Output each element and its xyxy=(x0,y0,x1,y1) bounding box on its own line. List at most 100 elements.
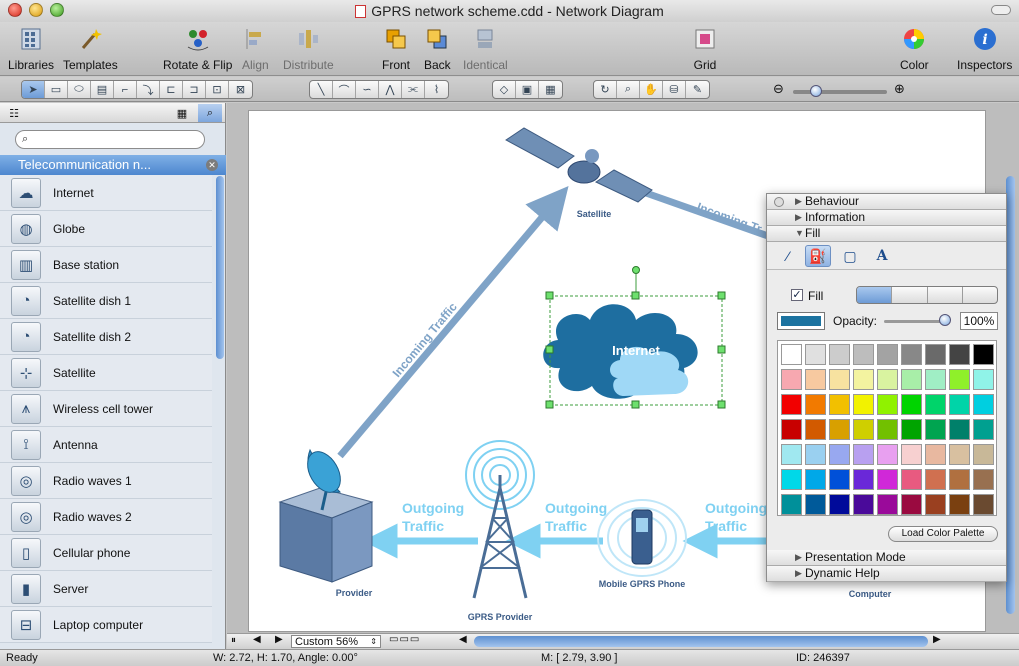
resize-handle[interactable] xyxy=(545,345,554,354)
toolbar-toggle-button[interactable] xyxy=(991,5,1011,15)
color-swatch[interactable] xyxy=(949,344,970,365)
fill-color-well[interactable] xyxy=(777,312,825,330)
libraries-button[interactable]: Libraries xyxy=(8,26,54,72)
color-swatch[interactable] xyxy=(877,344,898,365)
color-swatch[interactable] xyxy=(973,394,994,415)
zoom-select[interactable]: Custom 56% ⇕ xyxy=(291,635,381,648)
mobile-gprs-phone-shape[interactable]: Mobile GPRS Phone xyxy=(597,499,687,589)
color-swatch[interactable] xyxy=(781,369,802,390)
curve-tool-icon[interactable]: ∽ xyxy=(356,81,379,98)
incoming-traffic-arrow-left[interactable] xyxy=(337,185,569,459)
resize-handle[interactable] xyxy=(717,291,726,300)
line-style-tab-icon[interactable]: ⁄ xyxy=(775,245,801,267)
color-swatch[interactable] xyxy=(805,369,826,390)
color-swatch[interactable] xyxy=(781,444,802,465)
color-swatch[interactable] xyxy=(973,494,994,515)
connector-tool-icon[interactable]: ⌐ xyxy=(114,81,137,98)
library-item[interactable]: ⊹ Satellite xyxy=(0,355,212,391)
smart-connector-tool-icon[interactable]: ⤵ xyxy=(137,81,160,98)
color-swatch[interactable] xyxy=(901,419,922,440)
color-swatch[interactable] xyxy=(805,394,826,415)
color-swatch[interactable] xyxy=(853,344,874,365)
color-swatch[interactable] xyxy=(853,394,874,415)
identical-button[interactable]: Identical xyxy=(463,26,508,72)
resize-handle[interactable] xyxy=(717,400,726,409)
text-style-tab-icon[interactable]: A xyxy=(869,245,895,267)
close-library-icon[interactable]: ✕ xyxy=(206,159,218,171)
send-back-button[interactable]: Back xyxy=(424,26,451,72)
group-tool-icon[interactable]: ▦ xyxy=(539,81,562,98)
gprs-provider-tower-shape[interactable]: GPRS Provider xyxy=(465,440,535,622)
color-swatch[interactable] xyxy=(925,419,946,440)
color-swatch[interactable] xyxy=(829,469,850,490)
orthogonal-connector-tool-icon[interactable]: ⊏ xyxy=(160,81,183,98)
close-window-button[interactable] xyxy=(8,3,22,17)
gradient-fill-option[interactable] xyxy=(892,287,928,303)
scroll-right-icon[interactable]: ▶ xyxy=(933,634,941,645)
rotate-flip-button[interactable]: Rotate & Flip xyxy=(163,26,232,72)
color-swatch[interactable] xyxy=(877,419,898,440)
color-button[interactable]: Color xyxy=(900,26,929,72)
grid-view-tab[interactable]: ▦ xyxy=(170,104,194,122)
inspectors-button[interactable]: i Inspectors xyxy=(957,26,1012,72)
stamp-tool-icon[interactable]: ⛁ xyxy=(663,81,686,98)
color-swatch[interactable] xyxy=(781,419,802,440)
hand-tool-icon[interactable]: ✋ xyxy=(640,81,663,98)
canvas-horizontal-scrollbar[interactable] xyxy=(474,636,928,647)
zoom-out-icon[interactable]: ⊖ xyxy=(773,81,784,97)
fill-checkbox[interactable]: ✓ xyxy=(791,289,803,301)
library-item[interactable]: ☁ Internet xyxy=(0,175,212,211)
internet-cloud-shape[interactable]: Internet xyxy=(543,304,698,399)
color-swatch[interactable] xyxy=(829,394,850,415)
color-swatch[interactable] xyxy=(949,419,970,440)
shadow-tab-icon[interactable]: ▢ xyxy=(837,245,863,267)
information-section[interactable]: ▶ Information xyxy=(767,210,1006,226)
color-swatch[interactable] xyxy=(901,469,922,490)
color-swatch[interactable] xyxy=(901,444,922,465)
grid-button[interactable]: Grid xyxy=(692,26,718,72)
library-item[interactable]: ⩚ Wireless cell tower xyxy=(0,391,212,427)
library-item[interactable]: ◍ Globe xyxy=(0,211,212,247)
zoom-slider-knob[interactable] xyxy=(810,85,822,97)
color-swatch[interactable] xyxy=(805,419,826,440)
color-swatch[interactable] xyxy=(973,369,994,390)
color-swatch[interactable] xyxy=(925,369,946,390)
color-swatch[interactable] xyxy=(973,344,994,365)
color-swatch[interactable] xyxy=(973,444,994,465)
library-item[interactable]: ▥ Base station xyxy=(0,247,212,283)
pattern-fill-option[interactable] xyxy=(928,287,963,303)
color-swatch[interactable] xyxy=(949,369,970,390)
fill-section[interactable]: ▼ Fill xyxy=(767,226,1006,242)
resize-handle[interactable] xyxy=(717,345,726,354)
page-view-icons[interactable]: ▭▭▭ xyxy=(389,634,420,645)
search-tab[interactable]: ⌕ xyxy=(198,104,222,122)
distribute-button[interactable]: Distribute xyxy=(283,26,334,72)
color-swatch[interactable] xyxy=(973,469,994,490)
color-swatch[interactable] xyxy=(901,394,922,415)
color-swatch[interactable] xyxy=(949,394,970,415)
color-swatch[interactable] xyxy=(877,394,898,415)
rotate-handle[interactable] xyxy=(632,266,640,274)
resize-handle[interactable] xyxy=(545,400,554,409)
color-swatch[interactable] xyxy=(901,494,922,515)
color-swatch[interactable] xyxy=(805,444,826,465)
erase-connector-tool-icon[interactable]: ⊠ xyxy=(229,81,252,98)
canvas-vertical-scrollbar[interactable] xyxy=(1006,176,1015,614)
bezier-tool-icon[interactable]: ⫘ xyxy=(402,81,425,98)
arc-tool-icon[interactable]: ⌒ xyxy=(333,81,356,98)
behaviour-section[interactable]: ▶ Behaviour xyxy=(767,194,1006,210)
pause-icon[interactable]: ⏸ xyxy=(231,635,236,646)
line-tool-icon[interactable]: ╲ xyxy=(310,81,333,98)
zoom-in-icon[interactable]: ⊕ xyxy=(894,81,905,97)
color-swatch[interactable] xyxy=(853,419,874,440)
freehand-tool-icon[interactable]: ⌇ xyxy=(425,81,448,98)
zoom-tool-icon[interactable]: ⌕ xyxy=(617,81,640,98)
zoom-window-button[interactable] xyxy=(50,3,64,17)
provider-shape[interactable]: Provider xyxy=(278,446,374,598)
library-item[interactable]: ◔ Satellite dish 1 xyxy=(0,283,212,319)
library-scrollbar[interactable] xyxy=(216,176,224,359)
color-swatch[interactable] xyxy=(853,444,874,465)
satellite-shape[interactable]: Satellite xyxy=(505,127,653,219)
color-swatch[interactable] xyxy=(853,469,874,490)
color-swatch[interactable] xyxy=(853,494,874,515)
